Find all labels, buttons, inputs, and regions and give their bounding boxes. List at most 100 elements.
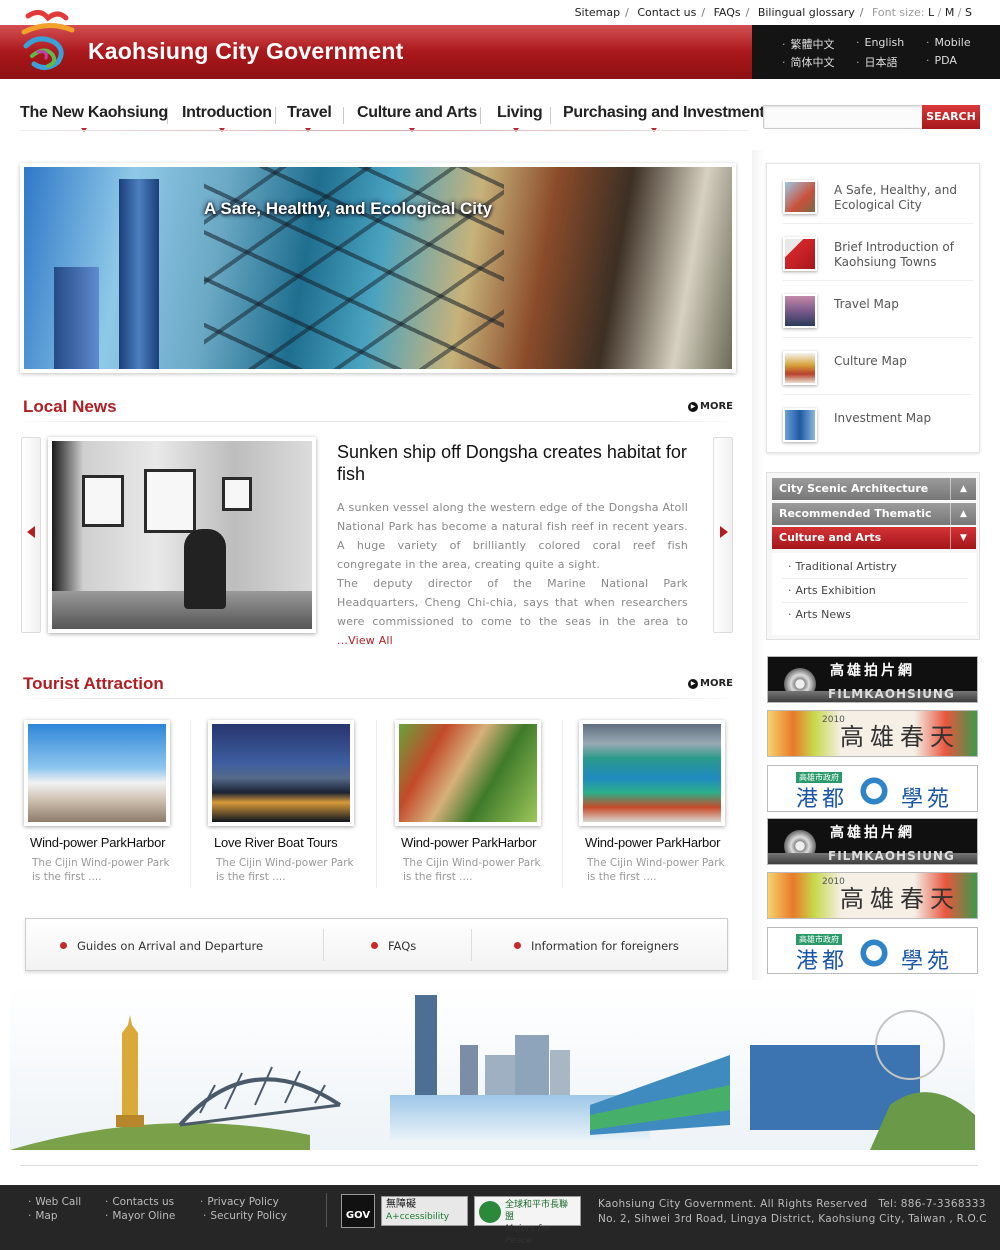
font-size-label: Font size: [871,6,925,19]
search-input[interactable] [763,105,923,129]
lang-traditional-chinese[interactable]: 繁體中文 [782,36,835,52]
harbor-academy-banner[interactable]: 高雄市政府 港都 學苑 [767,927,978,974]
footer: Web Call Contacts us Privacy Policy Map … [0,1185,1000,1250]
travel-map-icon [783,294,817,328]
tourist-attraction-heading: Tourist Attraction [23,674,164,693]
accessibility-badge-en: A+ccessibility [386,1212,450,1222]
copyright-text: Kaohsiung City Government. All Rights Re… [598,1198,868,1210]
local-news-heading: Local News [23,397,117,416]
attraction-title[interactable]: Wind-power ParkHarbor [30,835,165,850]
lang-japanese[interactable]: 日本語 [856,54,898,70]
nav-introduction[interactable]: Introduction [182,104,272,122]
language-bar [752,25,1000,79]
quick-link-label: Investment Map [834,411,932,425]
nav-living[interactable]: Living [497,104,543,122]
accordion-recommended-thematic[interactable]: Recommended Thematic ▲ [772,503,976,525]
attraction-desc: The Cijin Wind-power Park is the first .… [403,857,541,883]
quick-link-label: Brief Introduction of Kaohsiung Towns [834,240,954,269]
quick-links-panel: A Safe, Healthy, and Ecological City Bri… [766,163,980,453]
quick-link-culture-map[interactable]: Culture Map [783,339,973,395]
privacy-policy-link[interactable]: Privacy Policy [200,1196,279,1208]
web-call-link[interactable]: Web Call [28,1196,81,1208]
harbor-academy-banner[interactable]: 高雄市政府 港都 學苑 [767,765,978,812]
font-size-large[interactable]: L [928,6,934,19]
expand-up-icon: ▲ [950,503,976,525]
submenu-traditional-artistry[interactable]: Traditional Artistry [782,555,968,579]
news-paragraph: The deputy director of the Marine Nation… [337,577,688,628]
towns-map-icon [783,237,817,271]
harbor-logo-icon [855,936,893,970]
safe-city-icon [783,180,817,214]
peace-badge-en: Majors for Peace [505,1224,550,1246]
pda-version-link[interactable]: PDA [926,54,957,67]
attraction-title[interactable]: Wind-power ParkHarbor [401,835,536,850]
lang-english[interactable]: English [856,36,905,49]
quick-link-investment-map[interactable]: Investment Map [783,396,973,452]
nav-the-new-kaohsiung[interactable]: The New Kaohsiung [20,104,168,122]
quick-link-label: A Safe, Healthy, and Ecological City [834,183,957,212]
view-all-link[interactable]: ...View All [337,634,393,647]
font-size-medium[interactable]: M [945,6,955,19]
accessibility-badge-icon[interactable]: 無障礙 A+ccessibility [381,1196,468,1226]
contacts-link[interactable]: Contacts us [105,1196,174,1208]
film-kaohsiung-banner[interactable]: 高雄拍片網 FILMKAOHSIUNG [767,818,978,865]
search-button[interactable]: SEARCH [922,105,980,129]
mayor-online-link[interactable]: Mayor Oline [105,1210,175,1222]
attraction-title[interactable]: Love River Boat Tours [214,835,338,850]
news-next-button[interactable] [713,437,733,633]
site-title[interactable]: Kaohsiung City Government [88,38,404,65]
news-title[interactable]: Sunken ship off Dongsha creates habitat … [337,441,697,485]
submenu-arts-news[interactable]: Arts News [782,603,968,627]
nav-culture-and-arts[interactable]: Culture and Arts [357,104,477,122]
quick-link-safe-city[interactable]: A Safe, Healthy, and Ecological City [783,168,973,224]
footer-contact-info: Kaohsiung City Government. All Rights Re… [598,1197,987,1227]
sitemap-link[interactable]: Sitemap [575,6,621,19]
quick-link-travel-map[interactable]: Travel Map [783,282,973,338]
faqs-link[interactable]: FAQs [714,6,741,19]
mayors-for-peace-badge-icon[interactable]: 全球和平市長聯盟 Majors for Peace [474,1196,581,1246]
glossary-link[interactable]: Bilingual glossary [758,6,855,19]
guides-arrival-link[interactable]: Guides on Arrival and Departure [60,939,263,953]
attraction-photo [395,720,541,826]
quick-link-towns[interactable]: Brief Introduction of Kaohsiung Towns [783,225,973,281]
mobile-version-link[interactable]: Mobile [926,36,971,49]
attraction-desc: The Cijin Wind-power Park is the first .… [216,857,354,883]
attraction-photo [208,720,354,826]
security-policy-link[interactable]: Security Policy [203,1210,287,1222]
kaohsiung-spring-banner[interactable]: 2010 高雄春天 [767,710,978,757]
submenu-arts-exhibition[interactable]: Arts Exhibition [782,579,968,603]
faqs-link[interactable]: FAQs [371,939,416,953]
film-kaohsiung-banner[interactable]: 高雄拍片網 FILMKAOHSIUNG [767,656,978,703]
hero-banner[interactable]: A Safe, Healthy, and Ecological City [20,163,736,373]
map-link[interactable]: Map [28,1210,57,1222]
accordion-culture-and-arts[interactable]: Culture and Arts ▼ [772,527,976,549]
harbor-logo-icon [855,774,893,808]
news-photo[interactable] [48,437,316,633]
utility-links: Sitemap / Contact us / FAQs / Bilingual glo… [574,6,972,19]
quick-link-label: Culture Map [834,354,907,368]
lang-simplified-chinese[interactable]: 简体中文 [782,54,835,70]
nav-purchasing-and-investment[interactable]: Purchasing and Investment [563,104,765,122]
culture-map-icon [783,351,817,385]
local-news-more-link[interactable]: MORE [688,401,733,412]
font-size-small[interactable]: S [965,6,972,19]
attraction-photo [579,720,725,826]
peace-badge-zh: 全球和平市長聯盟 [505,1200,569,1222]
gov-badge-icon[interactable]: GOV [341,1194,375,1228]
investment-map-icon [783,408,817,442]
city-logo-icon[interactable] [18,6,78,76]
attraction-title[interactable]: Wind-power ParkHarbor [585,835,720,850]
kaohsiung-spring-banner[interactable]: 2010 高雄春天 [767,872,978,919]
tourist-more-link[interactable]: MORE [688,678,733,689]
address-text: No. 2, Sihwei 3rd Road, Lingya District,… [598,1213,987,1225]
telephone-text: Tel: 886-7-3368333 [878,1198,986,1210]
nav-travel[interactable]: Travel [287,104,332,122]
nav-underline [20,130,748,131]
arrow-left-icon [27,526,35,538]
service-links-bar: Guides on Arrival and Departure FAQs Inf… [25,918,728,971]
news-prev-button[interactable] [21,437,41,633]
accessibility-badge-zh: 無障礙 [386,1199,416,1210]
contact-link[interactable]: Contact us [637,6,696,19]
accordion-city-scenic-architecture[interactable]: City Scenic Architecture ▲ [772,478,976,500]
foreigners-info-link[interactable]: Information for foreigners [514,939,679,953]
